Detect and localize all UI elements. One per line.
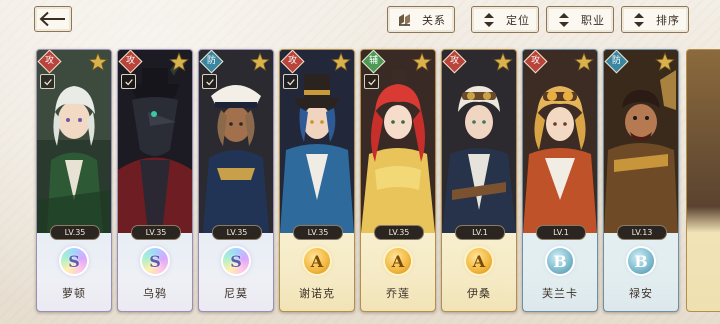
card-info: A 伊桑 [442, 233, 516, 311]
character-name: 乌鸦 [143, 287, 167, 300]
rank-medal: A [466, 248, 492, 274]
character-card[interactable]: 攻 LV.35 A 谢诺克 [279, 49, 355, 312]
checkbox-icon[interactable] [283, 74, 298, 89]
character-portrait [442, 50, 516, 233]
character-card[interactable]: 攻 LV.35 S 乌鸦 [117, 49, 193, 312]
rank-medal: B [628, 248, 654, 274]
character-name: 芙兰卡 [542, 287, 578, 300]
star-icon [574, 52, 594, 72]
character-name: 尼莫 [224, 287, 248, 300]
card-info: A 乔莲 [361, 233, 435, 311]
checkbox-icon[interactable] [364, 74, 379, 89]
star-icon [250, 52, 270, 72]
star-icon [655, 52, 675, 72]
star-icon [169, 52, 189, 72]
character-name: 萝顿 [62, 287, 86, 300]
card-info: S 萝顿 [37, 233, 111, 311]
level-tag: LV.35 [374, 225, 424, 240]
level-tag: LV.35 [293, 225, 343, 240]
character-card[interactable]: 攻 LV.1 B 芙兰卡 [522, 49, 598, 312]
character-name: 伊桑 [467, 287, 491, 300]
card-info: B 禄安 [604, 233, 678, 311]
checkbox-icon[interactable] [121, 74, 136, 89]
rank-medal: A [304, 248, 330, 274]
checkbox-icon[interactable] [202, 74, 217, 89]
level-tag: LV.1 [536, 225, 586, 240]
character-card[interactable]: 防 LV.13 B 禄安 [603, 49, 679, 312]
star-icon [412, 52, 432, 72]
card-info: A 谢诺克 [280, 233, 354, 311]
level-tag: LV.1 [455, 225, 505, 240]
star-icon [331, 52, 351, 72]
character-card[interactable]: 辅 LV.35 A 乔莲 [360, 49, 436, 312]
rank-medal: A [385, 248, 411, 274]
level-tag: LV.13 [617, 225, 667, 240]
rank-medal: S [223, 248, 249, 274]
character-portrait [523, 50, 597, 233]
checkbox-icon[interactable] [40, 74, 55, 89]
character-card-partial[interactable] [686, 49, 720, 312]
card-info: S 尼莫 [199, 233, 273, 311]
character-card[interactable]: 攻 LV.35 S 萝顿 [36, 49, 112, 312]
level-tag: LV.35 [131, 225, 181, 240]
rank-medal: B [547, 248, 573, 274]
character-card[interactable]: 防 LV.35 S 尼莫 [198, 49, 274, 312]
character-name: 谢诺克 [299, 287, 335, 300]
star-icon [88, 52, 108, 72]
card-info: S 乌鸦 [118, 233, 192, 311]
rank-medal: S [142, 248, 168, 274]
character-name: 禄安 [629, 287, 653, 300]
level-tag: LV.35 [50, 225, 100, 240]
card-info: B 芙兰卡 [523, 233, 597, 311]
rank-medal: S [61, 248, 87, 274]
level-tag: LV.35 [212, 225, 262, 240]
character-card[interactable]: 攻 LV.1 A 伊桑 [441, 49, 517, 312]
character-name: 乔莲 [386, 287, 410, 300]
character-portrait [604, 50, 678, 233]
character-list: 攻 LV.35 S 萝顿 攻 LV.35 S 乌鸦 防 LV.35 S 尼莫 攻… [0, 0, 720, 324]
star-icon [493, 52, 513, 72]
